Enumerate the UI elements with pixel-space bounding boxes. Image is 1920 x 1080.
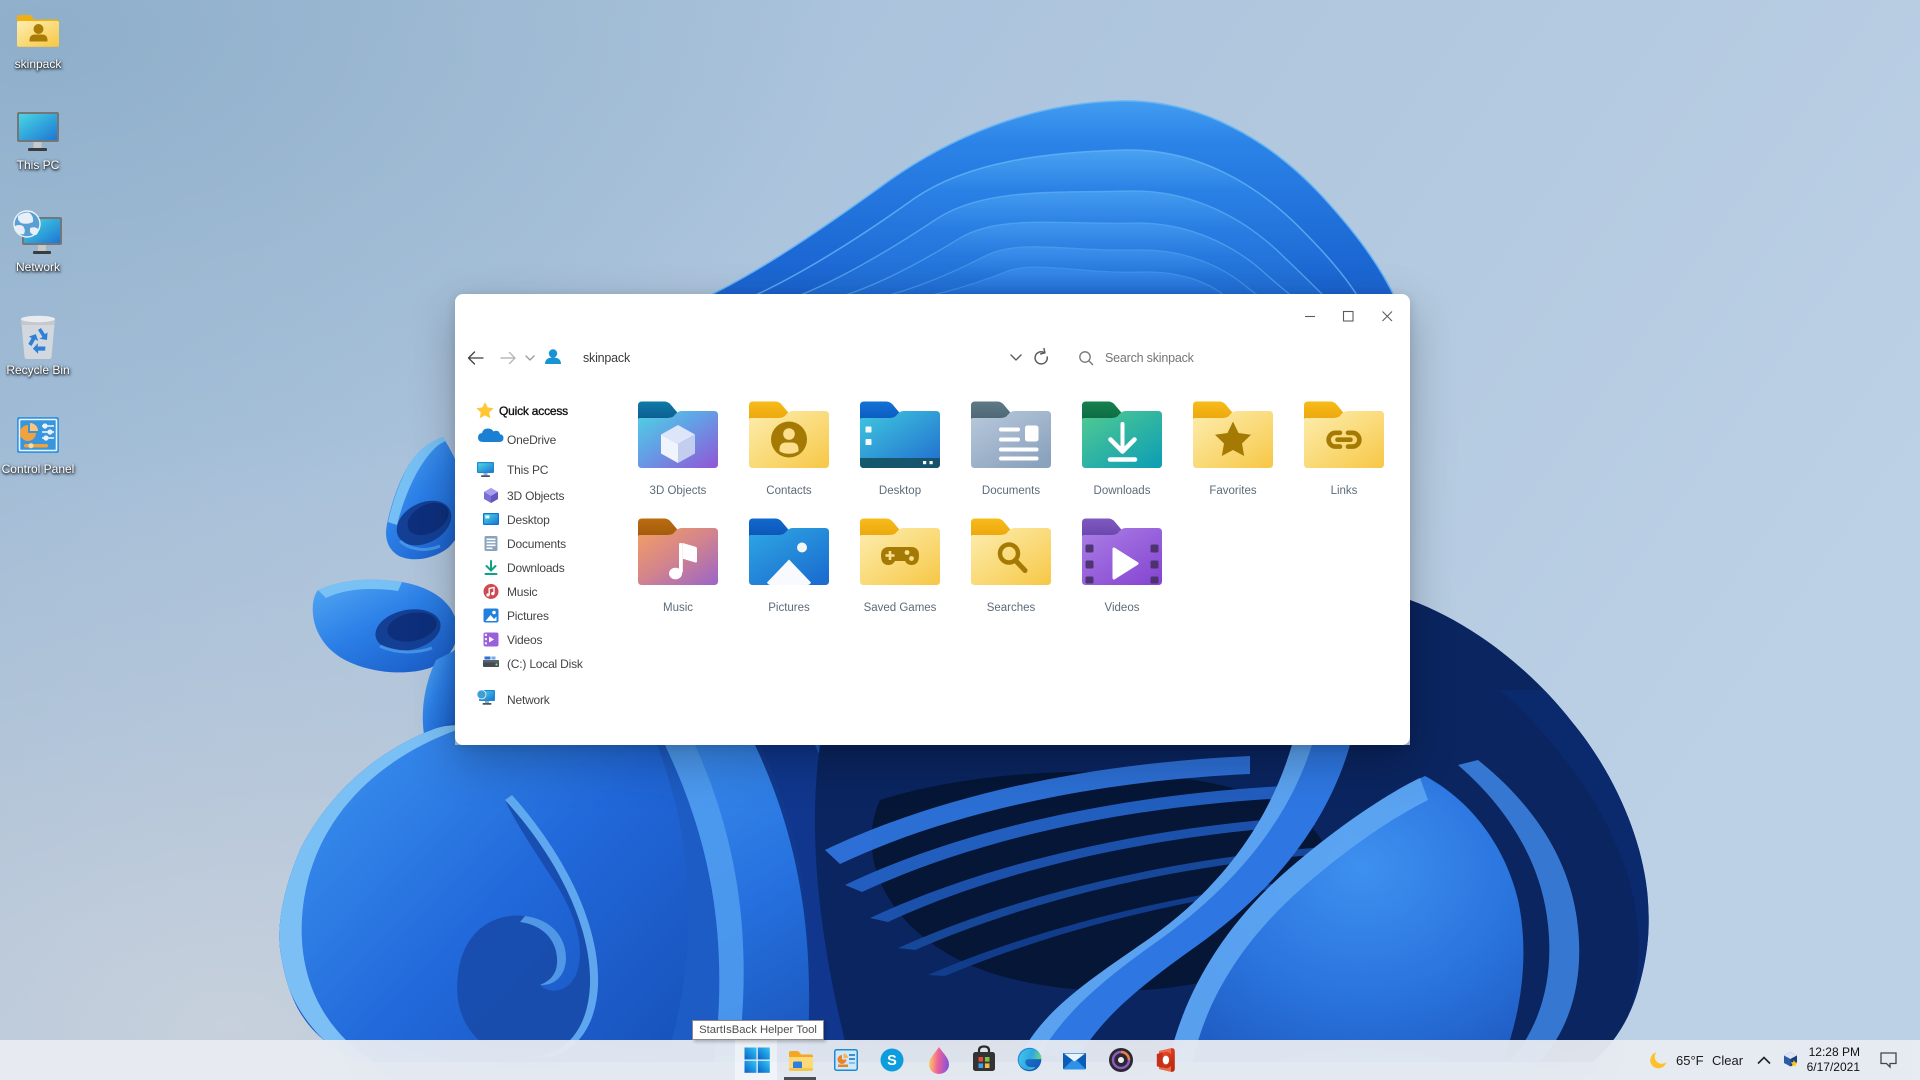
svg-text:skinpack: skinpack	[583, 351, 631, 365]
svg-text:OneDrive: OneDrive	[507, 433, 557, 447]
svg-text:Documents: Documents	[507, 537, 566, 551]
svg-text:Downloads: Downloads	[507, 561, 565, 575]
svg-text:This PC: This PC	[507, 463, 549, 477]
svg-text:(C:) Local Disk: (C:) Local Disk	[507, 657, 584, 671]
svg-text:Quick access: Quick access	[499, 404, 568, 418]
svg-text:Videos: Videos	[507, 633, 542, 647]
svg-text:Network: Network	[507, 693, 551, 707]
svg-text:S: S	[887, 1053, 897, 1069]
svg-text:3D Objects: 3D Objects	[507, 489, 565, 503]
svg-text:Search skinpack: Search skinpack	[1105, 351, 1195, 365]
svg-text:Pictures: Pictures	[507, 609, 549, 623]
svg-text:Music: Music	[507, 585, 538, 599]
svg-text:Desktop: Desktop	[507, 513, 550, 527]
